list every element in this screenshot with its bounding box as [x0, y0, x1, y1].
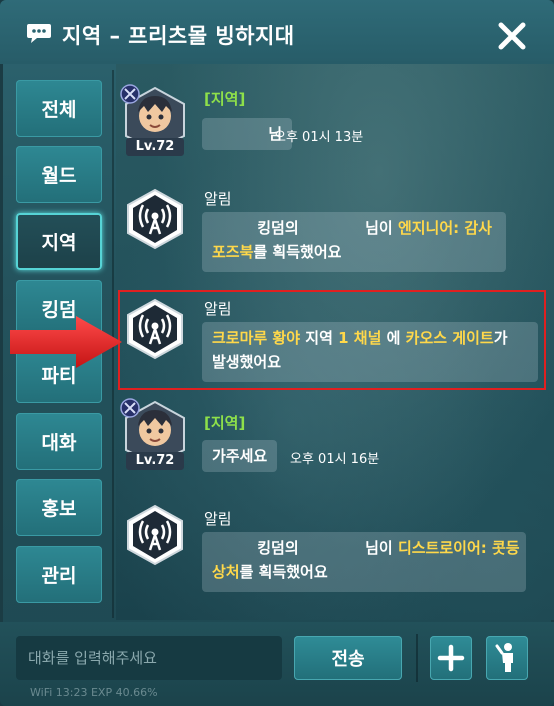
channel-tag: [지역] [204, 90, 246, 108]
notice-acquired-text: 를 획득했어요 [239, 563, 328, 581]
chat-message-notice: 알림 킹덤의 님이 디스트로이어: 콧등 상처를 획득했어요 [122, 502, 542, 592]
add-button[interactable] [430, 636, 472, 680]
tab-manage[interactable]: 관리 [16, 546, 102, 603]
class-badge-icon [120, 398, 140, 418]
message-time: 오후 01시 13분 [274, 130, 364, 145]
status-bar: WiFi 13:23 EXP 40.66% [30, 686, 158, 699]
notice-acquired-text: 를 획득했어요 [253, 243, 342, 261]
chat-bubble-icon [27, 24, 51, 43]
tab-all[interactable]: 전체 [16, 80, 102, 137]
emote-figure-icon [495, 643, 513, 672]
notice-item-name-cont: 포즈북 [212, 243, 254, 261]
page-title: 지역 – 프리츠몰 빙하지대 [62, 24, 295, 48]
notice-sender: 알림 [204, 510, 232, 528]
level-label: Lv.72 [126, 452, 184, 470]
chat-footer: 전송 WiFi 13:23 EXP 40.66% [0, 622, 554, 706]
chat-header: 지역 – 프리츠몰 빙하지대 [0, 0, 554, 64]
notice-bubble: 킹덤의 님이 엔지니어: 감사 포즈북를 획득했어요 [202, 212, 506, 272]
notice-bubble: 킹덤의 님이 디스트로이어: 콧등 상처를 획득했어요 [202, 532, 526, 592]
message-time: 오후 01시 16분 [290, 452, 380, 467]
footer-divider [416, 634, 418, 682]
close-icon[interactable] [496, 20, 528, 52]
chat-message-player: Lv.72 [지역] 님 오후 01시 13분 [120, 84, 542, 166]
notice-sender: 알림 [204, 190, 232, 208]
message-text: 가주세요 [202, 440, 278, 472]
chat-message-notice: 알림 킹덤의 님이 엔지니어: 감사 포즈북를 획득했어요 [122, 186, 542, 276]
notice-kingdom-word: 킹덤의 [257, 539, 299, 557]
broadcast-tower-icon [127, 188, 183, 250]
send-button[interactable]: 전송 [294, 636, 402, 680]
chat-message-player: Lv.72 [지역] 가주세요 오후 01시 16분 [120, 398, 542, 480]
emote-button[interactable] [486, 636, 528, 680]
tab-region[interactable]: 지역 [16, 213, 102, 270]
notice-player-suffix: 님이 [365, 219, 393, 237]
broadcast-tower-icon [127, 504, 183, 566]
tab-conversation[interactable]: 대화 [16, 413, 102, 470]
class-badge-icon [120, 84, 140, 104]
channel-tag: [지역] [204, 414, 246, 432]
notice-item-name: 엔지니어: 감사 [397, 219, 492, 237]
tab-world[interactable]: 월드 [16, 146, 102, 203]
arrow-right-icon [10, 316, 122, 368]
notice-item-name: 디스트로이어: 콧등 [397, 539, 520, 557]
chat-input[interactable] [16, 636, 282, 680]
plus-icon [437, 644, 465, 672]
notice-kingdom-word: 킹덤의 [257, 219, 299, 237]
tab-promotion[interactable]: 홍보 [16, 479, 102, 536]
chat-window: 지역 – 프리츠몰 빙하지대 전체 월드 지역 킹덤 파티 대화 홍보 관리 L… [0, 0, 554, 706]
highlight-box [118, 290, 546, 390]
notice-item-name-cont: 상처 [212, 563, 240, 581]
level-label: Lv.72 [126, 138, 184, 156]
notice-player-suffix: 님이 [365, 539, 393, 557]
